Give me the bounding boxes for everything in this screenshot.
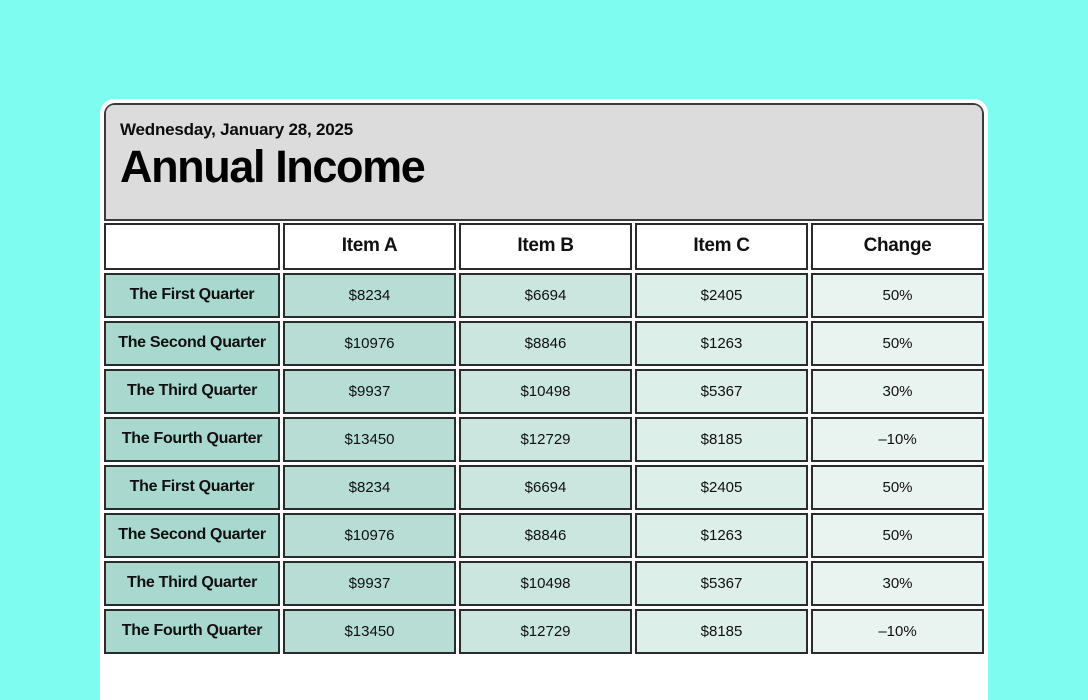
table-cell: $12729 (459, 417, 632, 462)
table-cell: $10498 (459, 369, 632, 414)
row-header-cell: The Fourth Quarter (104, 417, 280, 462)
title-panel: Wednesday, January 28, 2025 Annual Incom… (104, 103, 984, 221)
page-root: Wednesday, January 28, 2025 Annual Incom… (0, 0, 1088, 700)
table-cell: $9937 (283, 561, 456, 606)
table-cell: $8234 (283, 273, 456, 318)
document-card: Wednesday, January 28, 2025 Annual Incom… (100, 99, 988, 700)
table-cell: $10976 (283, 321, 456, 366)
column-header-blank (104, 223, 280, 270)
table-cell: $1263 (635, 513, 808, 558)
table-cell: $8185 (635, 609, 808, 654)
document-card-inner: Wednesday, January 28, 2025 Annual Incom… (104, 103, 984, 700)
table-cell: $5367 (635, 561, 808, 606)
table-cell: $6694 (459, 465, 632, 510)
table-cell: $6694 (459, 273, 632, 318)
row-header-cell: The Second Quarter (104, 513, 280, 558)
table-row: The Second Quarter $10976 $8846 $1263 50% (104, 513, 984, 558)
row-header-cell: The Second Quarter (104, 321, 280, 366)
row-header-cell: The Third Quarter (104, 369, 280, 414)
table-cell: –10% (811, 609, 984, 654)
row-header-cell: The Third Quarter (104, 561, 280, 606)
table-cell: $13450 (283, 417, 456, 462)
table-cell: $2405 (635, 273, 808, 318)
table-cell: –10% (811, 417, 984, 462)
table-cell: $1263 (635, 321, 808, 366)
table-cell: 50% (811, 321, 984, 366)
table-row: The Third Quarter $9937 $10498 $5367 30% (104, 561, 984, 606)
table-cell: $10976 (283, 513, 456, 558)
table-cell: $8234 (283, 465, 456, 510)
table-cell: $10498 (459, 561, 632, 606)
column-header: Change (811, 223, 984, 270)
table-cell: $5367 (635, 369, 808, 414)
table-row: The Third Quarter $9937 $10498 $5367 30% (104, 369, 984, 414)
income-table: Item A Item B Item C Change The First Quarte… (104, 223, 984, 654)
column-header: Item B (459, 223, 632, 270)
document-date: Wednesday, January 28, 2025 (120, 120, 354, 139)
column-header: Item C (635, 223, 808, 270)
row-header-cell: The First Quarter (104, 465, 280, 510)
table-row: The First Quarter $8234 $6694 $2405 50% (104, 465, 984, 510)
column-header: Item A (283, 223, 456, 270)
table-row: The Fourth Quarter $13450 $12729 $8185 –10% (104, 609, 984, 654)
page-title: Annual Income (120, 140, 426, 192)
table-cell: $8846 (459, 513, 632, 558)
table-cell: $9937 (283, 369, 456, 414)
table-cell: $12729 (459, 609, 632, 654)
table-cell: $13450 (283, 609, 456, 654)
table-cell: $2405 (635, 465, 808, 510)
table-cell: 50% (811, 513, 984, 558)
table-header-row: Item A Item B Item C Change (104, 223, 984, 270)
row-header-cell: The Fourth Quarter (104, 609, 280, 654)
table-cell: $8846 (459, 321, 632, 366)
table-cell: 50% (811, 465, 984, 510)
table-cell: $8185 (635, 417, 808, 462)
table-row: The Fourth Quarter $13450 $12729 $8185 –10% (104, 417, 984, 462)
row-header-cell: The First Quarter (104, 273, 280, 318)
table-row: The First Quarter $8234 $6694 $2405 50% (104, 273, 984, 318)
table-cell: 50% (811, 273, 984, 318)
table-cell: 30% (811, 561, 984, 606)
table-row: The Second Quarter $10976 $8846 $1263 50% (104, 321, 984, 366)
table-cell: 30% (811, 369, 984, 414)
